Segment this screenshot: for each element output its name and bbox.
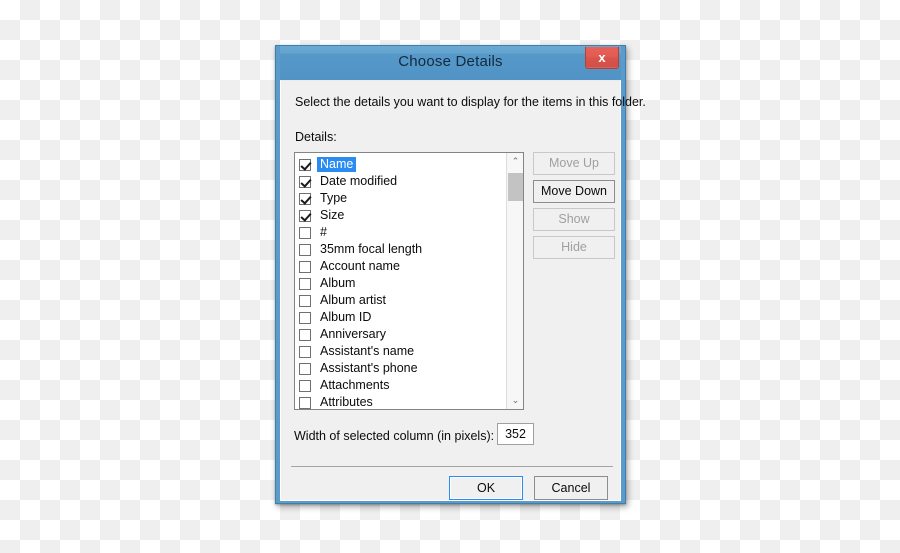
scroll-up-icon[interactable]: ⌃ — [507, 153, 523, 170]
list-item[interactable]: Date modified — [299, 173, 506, 190]
footer-separator — [291, 466, 613, 467]
list-item-label: Album — [320, 276, 356, 290]
column-width-label: Width of selected column (in pixels): — [294, 429, 495, 443]
column-width-input[interactable]: 352 — [497, 423, 534, 445]
list-item[interactable]: Name — [299, 156, 506, 173]
list-item-label: # — [320, 225, 327, 239]
checkbox-icon[interactable] — [299, 328, 311, 341]
list-item[interactable]: 35mm focal length — [299, 241, 506, 258]
list-item-label: Album ID — [320, 310, 372, 324]
dialog-client-area: Select the details you want to display f… — [280, 80, 646, 501]
move-up-button: Move Up — [533, 152, 615, 175]
list-item[interactable]: Album artist — [299, 292, 506, 309]
list-item[interactable]: Assistant's phone — [299, 360, 506, 377]
checkbox-icon[interactable] — [299, 294, 311, 307]
scrollbar-thumb[interactable] — [508, 173, 523, 201]
list-item-label: Size — [320, 208, 345, 222]
list-item[interactable]: Attachments — [299, 377, 506, 394]
close-icon[interactable]: x — [585, 47, 619, 69]
checkbox-icon[interactable] — [299, 192, 311, 205]
list-item[interactable]: Size — [299, 207, 506, 224]
ok-button[interactable]: OK — [449, 476, 523, 500]
cancel-button[interactable]: Cancel — [534, 476, 608, 500]
list-item[interactable]: Album ID — [299, 309, 506, 326]
list-item-label: Assistant's phone — [320, 361, 418, 375]
list-item-label: Account name — [320, 259, 400, 273]
checkbox-icon[interactable] — [299, 362, 311, 375]
move-down-button[interactable]: Move Down — [533, 180, 615, 203]
list-item-label: Date modified — [320, 174, 398, 188]
list-item-label: Album artist — [320, 293, 386, 307]
list-item[interactable]: Type — [299, 190, 506, 207]
list-item-label: Assistant's name — [320, 344, 415, 358]
checkbox-icon[interactable] — [299, 277, 311, 290]
checkbox-icon[interactable] — [299, 158, 311, 171]
checkbox-icon[interactable] — [299, 209, 311, 222]
list-item-label: Attachments — [320, 378, 390, 392]
list-item-label: Anniversary — [320, 327, 386, 341]
choose-details-dialog: Choose Details x Select the details you … — [275, 45, 646, 504]
show-button: Show — [533, 208, 615, 231]
window-title: Choose Details — [398, 53, 503, 70]
list-item[interactable]: Account name — [299, 258, 506, 275]
list-item[interactable]: Attributes — [299, 394, 506, 409]
list-item-label: 35mm focal length — [320, 242, 423, 256]
list-item[interactable]: Anniversary — [299, 326, 506, 343]
list-item-label: Type — [320, 191, 348, 205]
checkbox-icon[interactable] — [299, 379, 311, 392]
checkbox-icon[interactable] — [299, 311, 311, 324]
instruction-text: Select the details you want to display f… — [295, 95, 646, 109]
details-label: Details: — [295, 130, 337, 144]
checkbox-icon[interactable] — [299, 260, 311, 273]
title-bar[interactable]: Choose Details x — [280, 46, 621, 80]
checkbox-icon[interactable] — [299, 226, 311, 239]
checkbox-icon[interactable] — [299, 396, 311, 409]
details-list: Name Date modified Type Size #35mm focal len… — [295, 153, 506, 409]
details-listbox[interactable]: Name Date modified Type Size #35mm focal len… — [294, 152, 524, 410]
list-item[interactable]: Album — [299, 275, 506, 292]
list-item-label: Attributes — [320, 395, 373, 409]
checkbox-icon[interactable] — [299, 175, 311, 188]
list-item-label: Name — [317, 157, 357, 172]
scroll-down-icon[interactable]: ⌄ — [507, 392, 523, 409]
list-action-buttons: Move Up Move Down Show Hide — [533, 152, 615, 264]
list-item[interactable]: Assistant's name — [299, 343, 506, 360]
hide-button: Hide — [533, 236, 615, 259]
list-item[interactable]: # — [299, 224, 506, 241]
listbox-scrollbar[interactable]: ⌃ ⌄ — [506, 153, 523, 409]
checkbox-icon[interactable] — [299, 345, 311, 358]
checkbox-icon[interactable] — [299, 243, 311, 256]
